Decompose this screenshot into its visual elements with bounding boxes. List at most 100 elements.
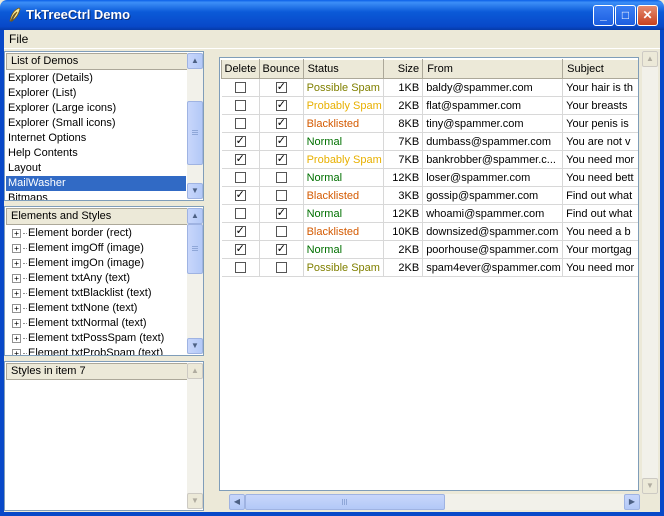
subject-cell: You need mor <box>562 258 638 277</box>
maximize-button[interactable]: □ <box>615 5 636 26</box>
delete-checkbox[interactable] <box>234 152 246 166</box>
menu-file[interactable]: File <box>9 32 28 46</box>
bounce-checkbox[interactable] <box>275 206 287 220</box>
size-grip[interactable] <box>642 494 658 510</box>
bounce-checkbox[interactable] <box>275 226 287 238</box>
expand-icon[interactable]: + <box>12 319 21 328</box>
element-tree-item[interactable]: + Element txtPossSpam (text) <box>6 331 188 346</box>
delete-cell <box>221 258 260 277</box>
mail-row[interactable]: Blacklisted8KBtiny@spammer.comYour penis… <box>221 114 638 133</box>
demo-list-item[interactable]: Explorer (Small icons) <box>6 116 186 131</box>
scroll-thumb[interactable] <box>245 494 445 510</box>
element-tree-item[interactable]: + Element txtAny (text) <box>6 271 188 286</box>
mail-row[interactable]: Probably Spam7KBbankrobber@spammer.c...Y… <box>221 150 638 169</box>
scroll-up-button[interactable]: ▲ <box>187 208 203 224</box>
demo-list-item[interactable]: Internet Options <box>6 131 186 146</box>
mail-row[interactable]: Normal7KBdumbass@spammer.comYou are not … <box>221 132 638 151</box>
bounce-checkbox[interactable] <box>275 80 287 94</box>
expand-icon[interactable]: + <box>12 229 21 238</box>
scroll-right-button[interactable]: ▶ <box>624 494 640 510</box>
scroll-down-button[interactable]: ▼ <box>642 478 658 494</box>
bounce-checkbox[interactable] <box>275 242 287 256</box>
expand-icon[interactable]: + <box>12 334 21 343</box>
delete-checkbox[interactable] <box>234 82 246 94</box>
bounce-checkbox[interactable] <box>275 190 287 202</box>
demos-header[interactable]: List of Demos <box>6 53 187 70</box>
delete-checkbox[interactable] <box>234 208 246 220</box>
delete-checkbox[interactable] <box>234 188 246 202</box>
mail-horizontal-scrollbar[interactable]: ◀ ▶ <box>229 494 640 510</box>
title-bar[interactable]: TkTreeCtrl Demo _ □ ✕ <box>0 0 664 30</box>
subject-cell: Your mortgag <box>562 240 638 259</box>
demo-list-item[interactable]: Bitmaps <box>6 191 186 200</box>
expand-icon[interactable]: + <box>12 259 21 268</box>
demo-list-item[interactable]: Help Contents <box>6 146 186 161</box>
scroll-up-button[interactable]: ▲ <box>187 53 203 69</box>
elements-header[interactable]: Elements and Styles <box>6 208 187 225</box>
delete-checkbox[interactable] <box>234 224 246 238</box>
expand-icon[interactable]: + <box>12 289 21 298</box>
demos-scrollbar[interactable]: ▲ ▼ <box>187 53 203 199</box>
elements-scrollbar[interactable]: ▲ ▼ <box>187 208 203 354</box>
delete-checkbox[interactable] <box>234 134 246 148</box>
mail-row[interactable]: Possible Spam 2KB spam4ever@spammer.com You… <box>221 258 638 277</box>
delete-checkbox[interactable] <box>234 262 246 274</box>
demo-list-item[interactable]: MailWasher <box>6 176 186 191</box>
element-tree-item[interactable]: + Element txtNone (text) <box>6 301 188 316</box>
close-button[interactable]: ✕ <box>637 5 658 26</box>
styles-scrollbar[interactable]: ▲ ▼ <box>187 363 203 509</box>
demo-list-item[interactable]: Layout <box>6 161 186 176</box>
element-tree-item[interactable]: + Element txtBlacklist (text) <box>6 286 188 301</box>
styles-header[interactable]: Styles in item 7 <box>6 363 187 380</box>
delete-checkbox[interactable] <box>234 118 246 130</box>
expand-icon[interactable]: + <box>12 349 21 355</box>
mail-row[interactable]: Normal12KBwhoami@spammer.comFind out wha… <box>221 204 638 223</box>
column-header-delete[interactable]: Delete <box>221 59 260 79</box>
demo-list-item[interactable]: Explorer (Details) <box>6 71 186 86</box>
mail-row[interactable]: Normal 12KB loser@spammer.com You need bett <box>221 168 638 187</box>
maximize-icon: □ <box>621 8 630 22</box>
expand-icon[interactable]: + <box>12 304 21 313</box>
element-tree-item[interactable]: + Element imgOn (image) <box>6 256 188 271</box>
mail-row[interactable]: Blacklisted3KBgossip@spammer.comFind out… <box>221 186 638 205</box>
delete-checkbox[interactable] <box>234 100 246 112</box>
element-tree-item[interactable]: + Element txtNormal (text) <box>6 316 188 331</box>
element-tree-item[interactable]: + Element imgOff (image) <box>6 241 188 256</box>
column-header-from[interactable]: From <box>422 59 564 79</box>
mail-row[interactable]: Normal2KBpoorhouse@spammer.comYour mortg… <box>221 240 638 259</box>
column-header-subject[interactable]: Subject <box>562 59 638 79</box>
from-cell: spam4ever@spammer.com <box>422 258 564 277</box>
column-header-size[interactable]: Size <box>382 59 424 79</box>
scroll-down-button[interactable]: ▼ <box>187 183 203 199</box>
scroll-thumb[interactable] <box>187 224 203 274</box>
element-tree-item[interactable]: + Element txtProbSpam (text) <box>6 346 188 355</box>
status-cell: Normal <box>303 204 384 223</box>
bounce-checkbox[interactable] <box>275 152 287 166</box>
mail-row[interactable]: Blacklisted10KBdownsized@spammer.comYou … <box>221 222 638 241</box>
element-tree-item[interactable]: + Element border (rect) <box>6 226 188 241</box>
bounce-checkbox[interactable] <box>275 116 287 130</box>
bounce-checkbox[interactable] <box>275 172 287 184</box>
column-header-status[interactable]: Status <box>302 59 384 79</box>
expand-icon[interactable]: + <box>12 274 21 283</box>
scroll-up-button[interactable]: ▲ <box>187 363 203 379</box>
column-header-bounce[interactable]: Bounce <box>258 59 304 79</box>
demo-list-item[interactable]: Explorer (List) <box>6 86 186 101</box>
bounce-checkbox[interactable] <box>275 134 287 148</box>
scroll-down-button[interactable]: ▼ <box>187 493 203 509</box>
scroll-left-button[interactable]: ◀ <box>229 494 245 510</box>
mail-vertical-scrollbar[interactable]: ▲ ▼ <box>642 51 658 494</box>
demo-list-item[interactable]: Explorer (Large icons) <box>6 101 186 116</box>
mail-row[interactable]: Possible Spam1KBbaldy@spammer.comYour ha… <box>221 78 638 97</box>
bounce-checkbox[interactable] <box>275 262 287 274</box>
delete-checkbox[interactable] <box>234 172 246 184</box>
scroll-down-button[interactable]: ▼ <box>187 338 203 354</box>
scroll-thumb[interactable] <box>187 101 203 165</box>
bounce-checkbox[interactable] <box>275 98 287 112</box>
delete-checkbox[interactable] <box>234 242 246 256</box>
status-cell: Possible Spam <box>303 258 384 277</box>
mail-row[interactable]: Probably Spam2KBflat@spammer.comYour bre… <box>221 96 638 115</box>
minimize-button[interactable]: _ <box>593 5 614 26</box>
expand-icon[interactable]: + <box>12 244 21 253</box>
scroll-up-button[interactable]: ▲ <box>642 51 658 67</box>
